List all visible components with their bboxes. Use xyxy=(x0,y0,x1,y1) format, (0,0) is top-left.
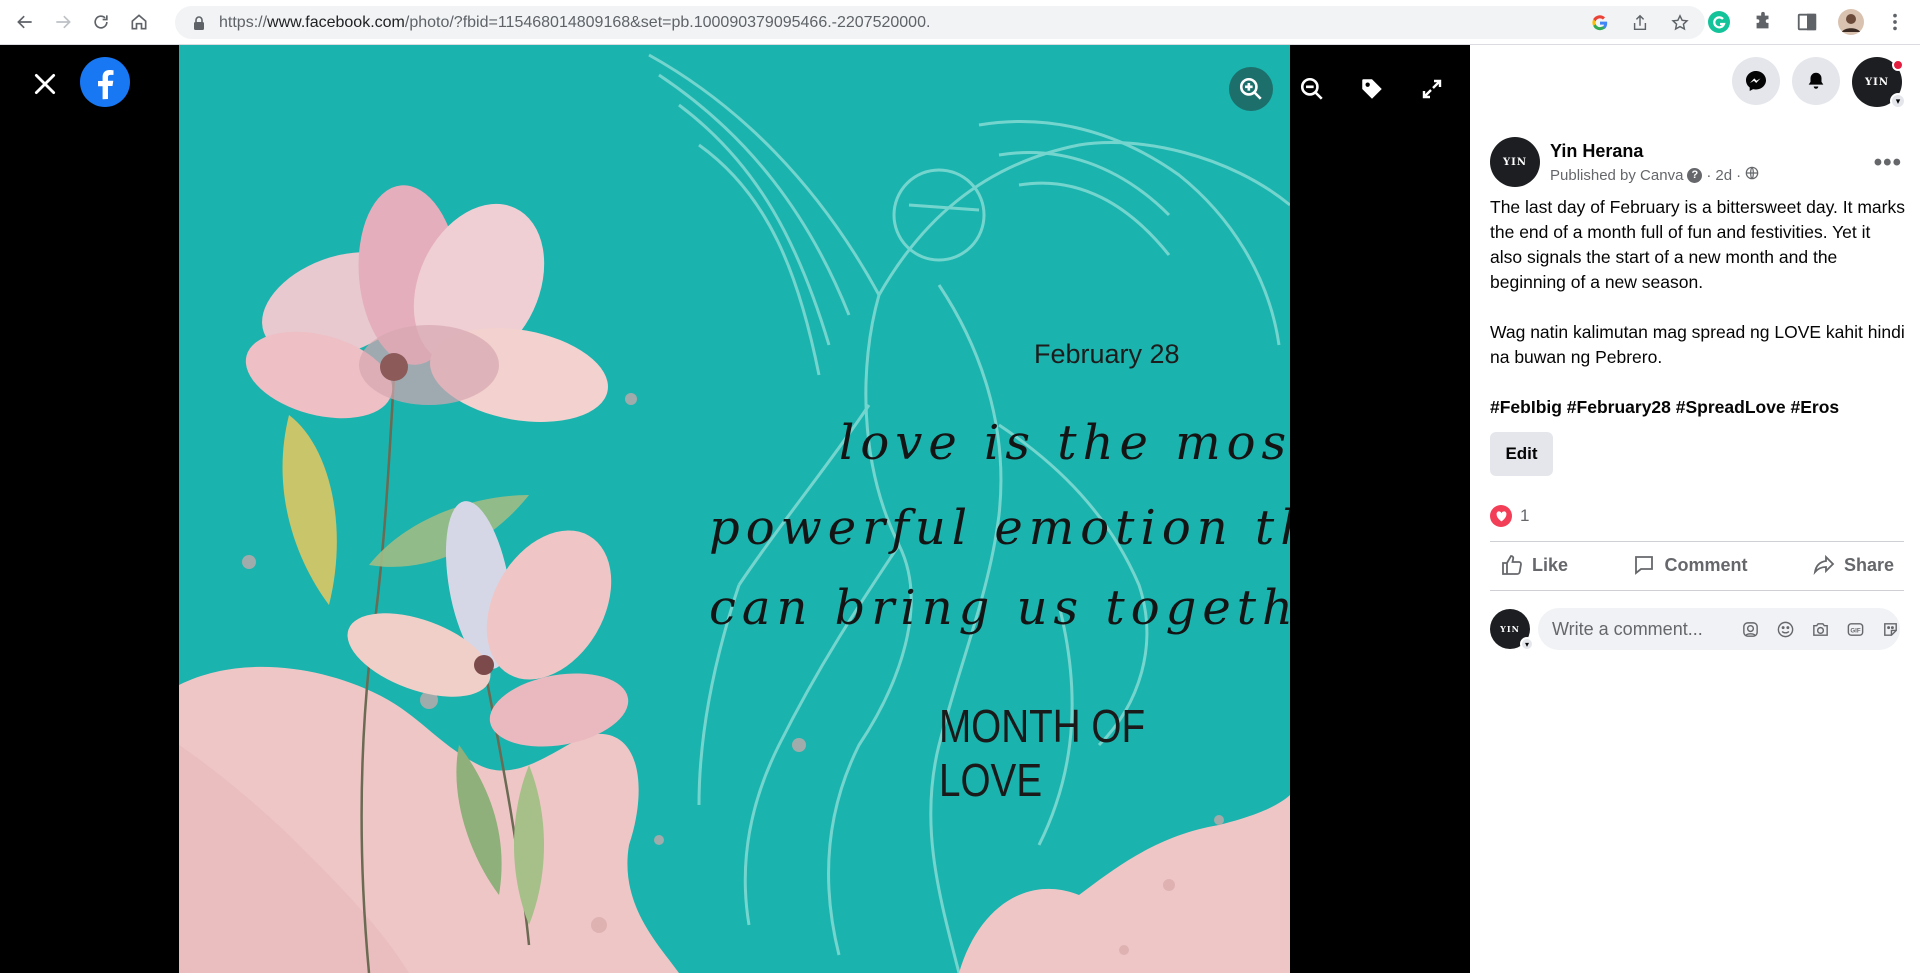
svg-text:GIF: GIF xyxy=(1850,627,1860,634)
url-text: https://www.facebook.com/photo/?fbid=115… xyxy=(219,13,931,31)
share-button[interactable]: Share xyxy=(1802,553,1904,577)
comment-box[interactable]: GIF xyxy=(1538,608,1900,650)
star-icon[interactable] xyxy=(1669,12,1691,34)
share-label: Share xyxy=(1843,554,1894,575)
puzzle-icon[interactable] xyxy=(1748,7,1778,37)
comment-icon xyxy=(1635,556,1654,575)
facebook-logo-icon[interactable] xyxy=(80,57,130,107)
published-by-text: Published by Canva xyxy=(1550,166,1684,184)
tag-icon[interactable] xyxy=(1350,67,1394,111)
share-arrow-icon xyxy=(1813,554,1835,576)
like-button[interactable]: Like xyxy=(1490,553,1578,577)
zoom-out-icon[interactable] xyxy=(1290,67,1334,111)
lock-icon[interactable] xyxy=(191,15,207,31)
post-paragraph: The last day of February is a bitterswee… xyxy=(1490,197,1905,292)
photo-date-text: February 28 xyxy=(1034,339,1180,369)
edit-button[interactable]: Edit xyxy=(1490,432,1553,476)
browser-toolbar: https://www.facebook.com/photo/?fbid=115… xyxy=(0,0,1920,45)
post-details-panel: YIN ▾ YIN Yin Herana Published by Canva … xyxy=(1470,45,1920,973)
post-meta: Published by Canva ? · 2d · xyxy=(1550,166,1759,184)
love-reaction-icon xyxy=(1490,505,1512,527)
like-icon xyxy=(1502,555,1522,575)
post-photo: February 28 love is the most powerful em… xyxy=(179,45,1290,973)
back-arrow-icon[interactable] xyxy=(8,5,42,39)
reload-icon[interactable] xyxy=(84,5,118,39)
author-avatar-logo: YIN xyxy=(1503,156,1527,168)
photo-quote-line-3: can bring us together xyxy=(709,580,1290,636)
forward-arrow-icon[interactable] xyxy=(46,5,80,39)
address-bar[interactable]: https://www.facebook.com/photo/?fbid=115… xyxy=(175,6,1705,39)
notifications-bell-icon[interactable] xyxy=(1792,57,1840,105)
account-avatar[interactable]: YIN ▾ xyxy=(1852,57,1906,109)
post-actions: Like Comment Share xyxy=(1490,542,1904,588)
profile-icon[interactable] xyxy=(1836,7,1866,37)
like-label: Like xyxy=(1532,554,1569,575)
post-time[interactable]: 2d xyxy=(1715,167,1732,184)
post-paragraph: Wag natin kalimutan mag spread ng LOVE k… xyxy=(1490,322,1905,367)
divider xyxy=(1490,590,1904,591)
reaction-count: 1 xyxy=(1520,506,1530,525)
fullscreen-icon[interactable] xyxy=(1410,67,1454,111)
avatar-logo: YIN xyxy=(1865,76,1889,88)
grammarly-icon[interactable] xyxy=(1704,7,1734,37)
post-hashtags[interactable]: #FebIbig #February28 #SpreadLove #Eros xyxy=(1490,395,1905,420)
messenger-icon[interactable] xyxy=(1732,57,1780,105)
flower-top xyxy=(245,185,608,422)
google-icon[interactable] xyxy=(1589,12,1611,34)
chevron-down-icon[interactable]: ▾ xyxy=(1890,93,1906,109)
post-text: The last day of February is a bitterswee… xyxy=(1490,195,1905,445)
sticker-icon[interactable] xyxy=(1880,619,1901,640)
comment-composer: YIN ▾ GIF xyxy=(1490,608,1900,651)
globe-icon[interactable] xyxy=(1745,166,1759,184)
comment-label: Comment xyxy=(1664,554,1748,575)
comment-button[interactable]: Comment xyxy=(1622,553,1757,577)
post-header: YIN Yin Herana Published by Canva ? · 2d… xyxy=(1490,137,1759,187)
share-icon[interactable] xyxy=(1629,12,1651,34)
photo-quote-line-2: powerful emotion that xyxy=(709,500,1290,556)
chevron-down-icon[interactable]: ▾ xyxy=(1520,637,1534,651)
commenter-avatar-logo: YIN xyxy=(1500,624,1520,634)
emoji-icon[interactable] xyxy=(1775,619,1796,640)
avatar-sticker-icon[interactable] xyxy=(1740,619,1761,640)
reactions-summary[interactable]: 1 xyxy=(1490,505,1529,527)
sidepanel-icon[interactable] xyxy=(1792,7,1822,37)
kebab-menu-icon[interactable] xyxy=(1880,7,1910,37)
zoom-in-icon[interactable] xyxy=(1229,67,1273,111)
help-icon[interactable]: ? xyxy=(1687,167,1703,183)
close-icon[interactable] xyxy=(28,67,62,101)
author-avatar[interactable]: YIN xyxy=(1490,137,1540,187)
gif-icon[interactable]: GIF xyxy=(1845,619,1866,640)
notification-badge xyxy=(1892,59,1904,71)
more-options-icon[interactable]: ••• xyxy=(1874,149,1902,177)
camera-icon[interactable] xyxy=(1810,619,1831,640)
comment-input[interactable] xyxy=(1552,618,1732,640)
photo-viewer: February 28 love is the most powerful em… xyxy=(0,45,1470,973)
author-name[interactable]: Yin Herana xyxy=(1550,141,1759,162)
photo-quote-line-1: love is the most xyxy=(839,415,1290,471)
home-icon[interactable] xyxy=(122,5,156,39)
photo-footer-text: MONTH OF LOVE xyxy=(939,700,1146,806)
commenter-avatar[interactable]: YIN ▾ xyxy=(1490,609,1534,651)
